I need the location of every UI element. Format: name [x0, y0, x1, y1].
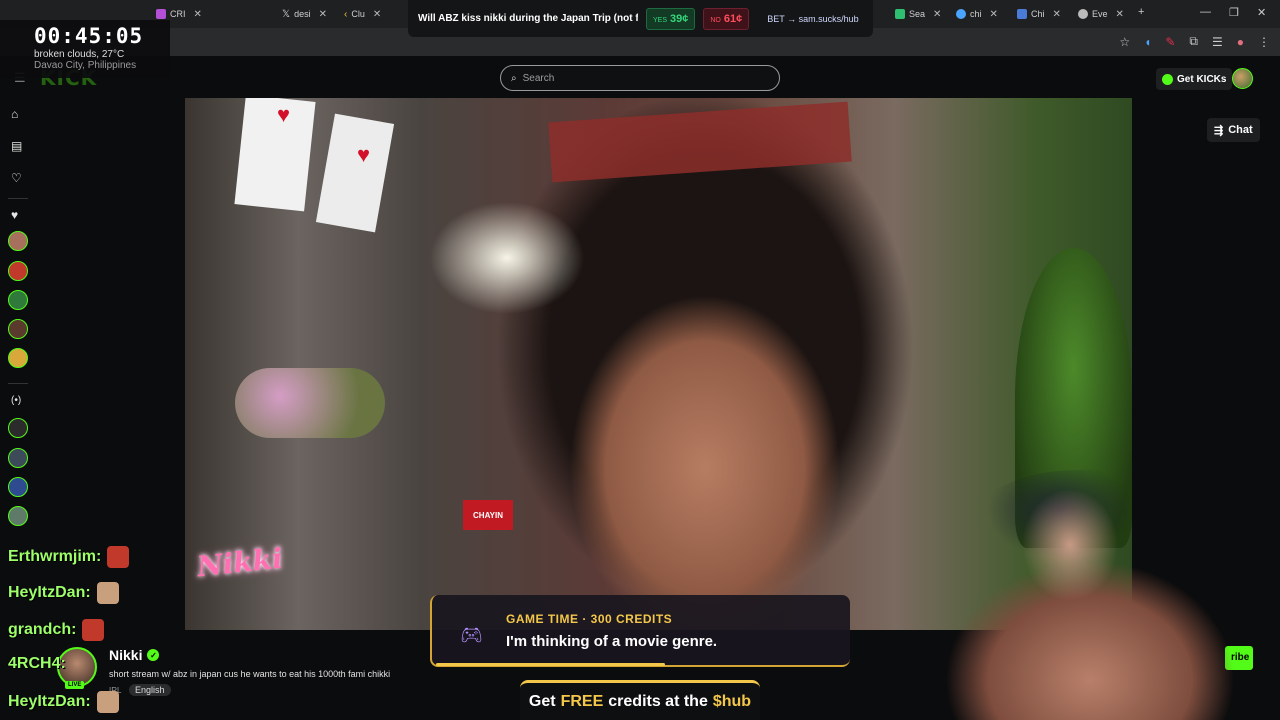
user-avatar[interactable] [1232, 68, 1253, 89]
toolbar-icons: ☆ ◖ ✎ ⧉ ☰ ● ⋮ [1119, 34, 1270, 49]
stream-timer: 00:45:05 [34, 24, 144, 48]
followed-channel-avatar[interactable] [8, 261, 28, 281]
nikki-logo: Nikki [195, 541, 285, 584]
home-icon[interactable]: ⌂ [11, 107, 18, 121]
location-text: Davao City, Philippines [34, 60, 137, 71]
followed-channel-avatar[interactable] [8, 319, 28, 339]
stream-title: short stream w/ abz in japan cus he want… [109, 669, 391, 679]
kicks-coin-icon [1162, 73, 1173, 85]
overlay-chat-line: HeyItzDan: [8, 582, 119, 604]
extension-icon[interactable]: ◖ [1144, 35, 1151, 49]
bookmark-star-icon[interactable]: ☆ [1119, 35, 1130, 49]
search-icon: ⌕ [511, 72, 517, 84]
heart-icon: ♥ [357, 142, 371, 167]
game-alert-progress [436, 663, 665, 666]
chat-toggle-button[interactable]: ⇶ Chat [1207, 118, 1260, 142]
yes-option[interactable]: YES 39¢ [646, 7, 696, 30]
profile-icon[interactable]: ● [1237, 35, 1244, 49]
followed-channel-avatar[interactable] [8, 348, 28, 368]
i-love-sign [315, 113, 395, 233]
followed-channel-avatar[interactable] [8, 231, 28, 251]
gamepad-icon: 🎮︎ [460, 625, 483, 645]
overlay-chat-line: 4RCH4: [8, 655, 66, 672]
channel-info: LIVE Nikki ✓ short stream w/ abz in japa… [57, 645, 487, 705]
browser-tab[interactable]: Chi ✕ [1017, 4, 1061, 24]
emote-icon [96, 582, 119, 604]
site-header: ☰ KICK ⌕ Search Get KICKs [0, 56, 1280, 98]
game-alert-message: I'm thinking of a movie genre. [506, 633, 718, 650]
sidebar-divider [8, 198, 28, 199]
chat-list-icon: ⇶ [1214, 124, 1224, 137]
close-icon[interactable]: ✕ [990, 9, 998, 20]
sidebar-divider [8, 383, 28, 384]
get-kicks-button[interactable]: Get KICKs [1156, 68, 1233, 90]
following-icon: ♥ [11, 208, 19, 222]
close-icon[interactable]: ✕ [194, 9, 202, 20]
chevron-left-icon: ‹ [344, 8, 348, 20]
emote-icon [96, 691, 119, 713]
recommended-channel-avatar[interactable] [8, 418, 28, 438]
more-vert-icon[interactable]: ⋮ [1258, 35, 1270, 49]
game-alert-heading: GAME TIME · 300 CREDITS [506, 612, 673, 626]
prediction-widget: Will ABZ kiss nikki during the Japan Tri… [408, 0, 873, 37]
recommended-channel-avatar[interactable] [8, 506, 28, 526]
close-icon[interactable]: ✕ [1053, 9, 1061, 20]
overlay-chat-line: HeyItzDan: [8, 691, 119, 713]
restore-icon[interactable]: ❐ [1229, 6, 1239, 19]
close-icon[interactable]: ✕ [319, 9, 327, 20]
heart-icon: ♥ [277, 102, 291, 127]
free-credits-banner: Get FREE credits at the $hub [520, 680, 760, 720]
browser-tab[interactable]: Eve ✕ [1078, 4, 1124, 24]
tab-favicon-icon [956, 9, 966, 19]
x-logo-icon: 𝕏 [282, 8, 291, 20]
new-tab-icon[interactable]: + [1138, 6, 1144, 18]
i-love-sign [234, 98, 316, 212]
bet-link[interactable]: BET → sam.sucks/hub [767, 14, 858, 24]
minimize-icon[interactable]: — [1200, 6, 1211, 18]
close-window-icon[interactable]: ✕ [1257, 6, 1266, 19]
close-icon[interactable]: ✕ [933, 9, 941, 20]
tab-favicon-icon [895, 9, 905, 19]
overlay-chat-line: grandch: [8, 619, 105, 641]
channel-name[interactable]: Nikki ✓ [109, 647, 160, 663]
live-badge: LIVE [65, 681, 85, 689]
recommended-channel-avatar[interactable] [8, 448, 28, 468]
clock-overlay: 00:45:05 broken clouds, 27°C Davao City,… [0, 20, 170, 78]
extension-icon[interactable]: ✎ [1165, 35, 1175, 49]
live-broadcast-icon: (•) [11, 395, 22, 406]
emote-icon [82, 619, 105, 641]
prediction-question: Will ABZ kiss nikki during the Japan Tri… [418, 13, 638, 24]
emote-icon [107, 546, 130, 568]
browser-tab[interactable]: 𝕏desi ✕ [282, 4, 327, 24]
store-sign [548, 101, 852, 183]
flower-basket [235, 368, 385, 438]
verified-icon: ✓ [147, 649, 160, 661]
browser-tab[interactable]: chi ✕ [956, 4, 998, 24]
tab-favicon-icon [1078, 9, 1088, 19]
overlay-chat-line: Erthwrmjim: [8, 546, 130, 568]
reading-list-icon[interactable]: ☰ [1212, 35, 1223, 49]
language-tag[interactable]: English [129, 684, 171, 696]
followed-channel-avatar[interactable] [8, 290, 28, 310]
close-icon[interactable]: ✕ [1116, 9, 1124, 20]
search-placeholder: Search [522, 72, 555, 84]
browser-tab[interactable]: Sea ✕ [895, 4, 941, 24]
game-alert: 🎮︎ GAME TIME · 300 CREDITS I'm thinking … [430, 595, 850, 667]
puzzle-icon[interactable]: ⧉ [1189, 34, 1198, 49]
search-input[interactable]: ⌕ Search [500, 65, 780, 91]
recommended-channel-avatar[interactable] [8, 477, 28, 497]
storefront-sign: CHAYIN [463, 500, 513, 530]
browser-tab[interactable]: ‹ Clu ✕ [344, 4, 381, 24]
browse-icon[interactable]: ▤ [11, 139, 22, 153]
no-option[interactable]: NO 61¢ [703, 7, 750, 30]
tab-favicon-icon [1017, 9, 1027, 19]
weather-text: broken clouds, 27°C [34, 49, 125, 60]
close-icon[interactable]: ✕ [373, 9, 381, 20]
tab-favicon-icon [156, 9, 166, 19]
following-heart-icon[interactable]: ♡ [11, 171, 22, 185]
streamer-webcam [940, 470, 1280, 720]
